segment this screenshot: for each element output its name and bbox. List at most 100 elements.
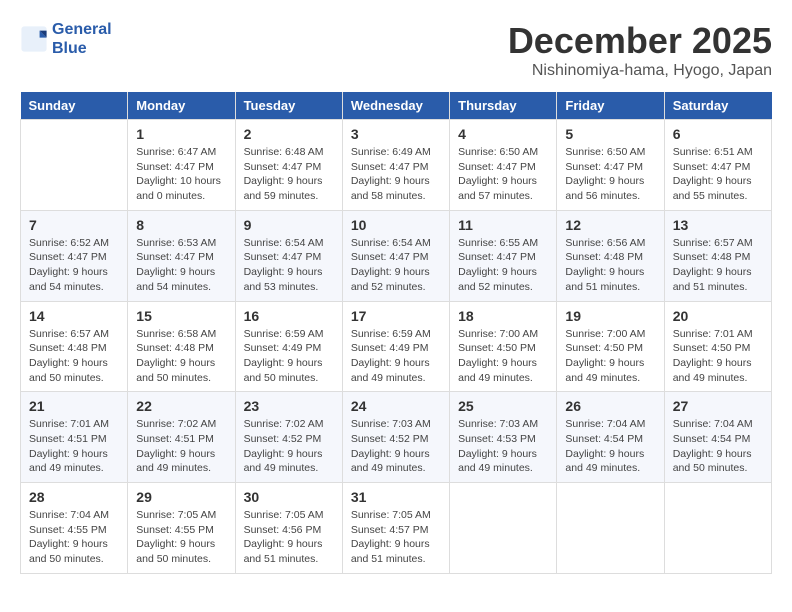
day-number: 16 (244, 308, 334, 324)
calendar-cell: 17Sunrise: 6:59 AM Sunset: 4:49 PM Dayli… (342, 301, 449, 392)
day-number: 26 (565, 398, 655, 414)
col-wednesday: Wednesday (342, 92, 449, 120)
day-number: 31 (351, 489, 441, 505)
day-info: Sunrise: 7:04 AM Sunset: 4:54 PM Dayligh… (565, 417, 655, 476)
col-tuesday: Tuesday (235, 92, 342, 120)
day-info: Sunrise: 6:53 AM Sunset: 4:47 PM Dayligh… (136, 236, 226, 295)
col-saturday: Saturday (664, 92, 771, 120)
day-number: 11 (458, 217, 548, 233)
day-info: Sunrise: 6:54 AM Sunset: 4:47 PM Dayligh… (244, 236, 334, 295)
day-number: 10 (351, 217, 441, 233)
calendar-table: Sunday Monday Tuesday Wednesday Thursday… (20, 92, 772, 574)
calendar-cell: 8 Sunrise: 6:53 AM Sunset: 4:47 PM Daylig… (128, 210, 235, 301)
calendar-cell: 7Sunrise: 6:52 AM Sunset: 4:47 PM Daylig… (21, 210, 128, 301)
calendar-cell: 2Sunrise: 6:48 AM Sunset: 4:47 PM Daylig… (235, 120, 342, 211)
day-number: 23 (244, 398, 334, 414)
calendar-cell: 26 Sunrise: 7:04 AM Sunset: 4:54 PM Dayli… (557, 392, 664, 483)
calendar-cell: 15 Sunrise: 6:58 AM Sunset: 4:48 PM Dayli… (128, 301, 235, 392)
day-info: Sunrise: 6:57 AM Sunset: 4:48 PM Dayligh… (673, 236, 763, 295)
day-info: Sunrise: 6:50 AM Sunset: 4:47 PM Dayligh… (458, 145, 548, 204)
page-container: General Blue December 2025 Nishinomiya-h… (20, 20, 772, 574)
calendar-cell: 10 Sunrise: 6:54 AM Sunset: 4:47 PM Dayli… (342, 210, 449, 301)
calendar-cell: 9 Sunrise: 6:54 AM Sunset: 4:47 PM Daylig… (235, 210, 342, 301)
day-info: Sunrise: 6:56 AM Sunset: 4:48 PM Dayligh… (565, 236, 655, 295)
day-info: Sunrise: 7:01 AM Sunset: 4:50 PM Dayligh… (673, 327, 763, 386)
day-number: 29 (136, 489, 226, 505)
day-info: Sunrise: 7:05 AM Sunset: 4:55 PM Dayligh… (136, 508, 226, 567)
calendar-week-4: 21Sunrise: 7:01 AM Sunset: 4:51 PM Dayli… (21, 392, 772, 483)
day-number: 9 (244, 217, 334, 233)
col-friday: Friday (557, 92, 664, 120)
day-info: Sunrise: 7:02 AM Sunset: 4:51 PM Dayligh… (136, 417, 226, 476)
calendar-cell: 20 Sunrise: 7:01 AM Sunset: 4:50 PM Dayli… (664, 301, 771, 392)
day-number: 18 (458, 308, 548, 324)
day-number: 19 (565, 308, 655, 324)
day-info: Sunrise: 7:05 AM Sunset: 4:57 PM Dayligh… (351, 508, 441, 567)
logo: General Blue (20, 20, 112, 58)
day-info: Sunrise: 6:49 AM Sunset: 4:47 PM Dayligh… (351, 145, 441, 204)
calendar-cell: 3Sunrise: 6:49 AM Sunset: 4:47 PM Daylig… (342, 120, 449, 211)
day-number: 1 (136, 126, 226, 142)
col-monday: Monday (128, 92, 235, 120)
day-number: 27 (673, 398, 763, 414)
day-number: 7 (29, 217, 119, 233)
day-info: Sunrise: 7:00 AM Sunset: 4:50 PM Dayligh… (458, 327, 548, 386)
day-info: Sunrise: 6:50 AM Sunset: 4:47 PM Dayligh… (565, 145, 655, 204)
day-info: Sunrise: 7:02 AM Sunset: 4:52 PM Dayligh… (244, 417, 334, 476)
day-number: 22 (136, 398, 226, 414)
day-number: 15 (136, 308, 226, 324)
location-title: Nishinomiya-hama, Hyogo, Japan (508, 62, 772, 80)
calendar-cell: 14 Sunrise: 6:57 AM Sunset: 4:48 PM Dayli… (21, 301, 128, 392)
day-info: Sunrise: 6:59 AM Sunset: 4:49 PM Dayligh… (244, 327, 334, 386)
calendar-cell: 24 Sunrise: 7:03 AM Sunset: 4:52 PM Dayli… (342, 392, 449, 483)
day-info: Sunrise: 6:48 AM Sunset: 4:47 PM Dayligh… (244, 145, 334, 204)
day-number: 13 (673, 217, 763, 233)
calendar-cell: 19 Sunrise: 7:00 AM Sunset: 4:50 PM Dayli… (557, 301, 664, 392)
calendar-cell: 30Sunrise: 7:05 AM Sunset: 4:56 PM Dayli… (235, 483, 342, 574)
day-info: Sunrise: 7:03 AM Sunset: 4:52 PM Dayligh… (351, 417, 441, 476)
calendar-cell: 4Sunrise: 6:50 AM Sunset: 4:47 PM Daylig… (450, 120, 557, 211)
day-info: Sunrise: 7:00 AM Sunset: 4:50 PM Dayligh… (565, 327, 655, 386)
calendar-cell: 12 Sunrise: 6:56 AM Sunset: 4:48 PM Dayli… (557, 210, 664, 301)
calendar-cell (664, 483, 771, 574)
calendar-cell (557, 483, 664, 574)
calendar-cell: 6 Sunrise: 6:51 AM Sunset: 4:47 PM Daylig… (664, 120, 771, 211)
calendar-cell: 21Sunrise: 7:01 AM Sunset: 4:51 PM Dayli… (21, 392, 128, 483)
calendar-cell: 1 Sunrise: 6:47 AM Sunset: 4:47 PM Daylig… (128, 120, 235, 211)
day-info: Sunrise: 6:55 AM Sunset: 4:47 PM Dayligh… (458, 236, 548, 295)
day-number: 12 (565, 217, 655, 233)
calendar-cell: 5 Sunrise: 6:50 AM Sunset: 4:47 PM Daylig… (557, 120, 664, 211)
day-info: Sunrise: 6:54 AM Sunset: 4:47 PM Dayligh… (351, 236, 441, 295)
calendar-cell: 11 Sunrise: 6:55 AM Sunset: 4:47 PM Dayli… (450, 210, 557, 301)
col-sunday: Sunday (21, 92, 128, 120)
calendar-cell: 16 Sunrise: 6:59 AM Sunset: 4:49 PM Dayli… (235, 301, 342, 392)
top-row: General Blue December 2025 Nishinomiya-h… (20, 20, 772, 84)
day-info: Sunrise: 6:59 AM Sunset: 4:49 PM Dayligh… (351, 327, 441, 386)
day-info: Sunrise: 6:51 AM Sunset: 4:47 PM Dayligh… (673, 145, 763, 204)
logo-text: General Blue (52, 20, 112, 58)
calendar-week-5: 28Sunrise: 7:04 AM Sunset: 4:55 PM Dayli… (21, 483, 772, 574)
day-number: 28 (29, 489, 119, 505)
calendar-cell (21, 120, 128, 211)
day-number: 24 (351, 398, 441, 414)
calendar-cell (450, 483, 557, 574)
calendar-cell: 13 Sunrise: 6:57 AM Sunset: 4:48 PM Dayli… (664, 210, 771, 301)
title-section: December 2025 Nishinomiya-hama, Hyogo, J… (508, 20, 772, 80)
day-number: 5 (565, 126, 655, 142)
day-info: Sunrise: 6:57 AM Sunset: 4:48 PM Dayligh… (29, 327, 119, 386)
calendar-week-3: 14 Sunrise: 6:57 AM Sunset: 4:48 PM Dayli… (21, 301, 772, 392)
day-number: 20 (673, 308, 763, 324)
calendar-cell: 27Sunrise: 7:04 AM Sunset: 4:54 PM Dayli… (664, 392, 771, 483)
calendar-week-2: 7Sunrise: 6:52 AM Sunset: 4:47 PM Daylig… (21, 210, 772, 301)
day-info: Sunrise: 6:58 AM Sunset: 4:48 PM Dayligh… (136, 327, 226, 386)
day-info: Sunrise: 6:47 AM Sunset: 4:47 PM Dayligh… (136, 145, 226, 204)
day-number: 14 (29, 308, 119, 324)
day-number: 21 (29, 398, 119, 414)
calendar-cell: 18 Sunrise: 7:00 AM Sunset: 4:50 PM Dayli… (450, 301, 557, 392)
day-number: 8 (136, 217, 226, 233)
day-number: 6 (673, 126, 763, 142)
calendar-cell: 22 Sunrise: 7:02 AM Sunset: 4:51 PM Dayli… (128, 392, 235, 483)
header-row: Sunday Monday Tuesday Wednesday Thursday… (21, 92, 772, 120)
col-thursday: Thursday (450, 92, 557, 120)
calendar-cell: 31 Sunrise: 7:05 AM Sunset: 4:57 PM Dayli… (342, 483, 449, 574)
